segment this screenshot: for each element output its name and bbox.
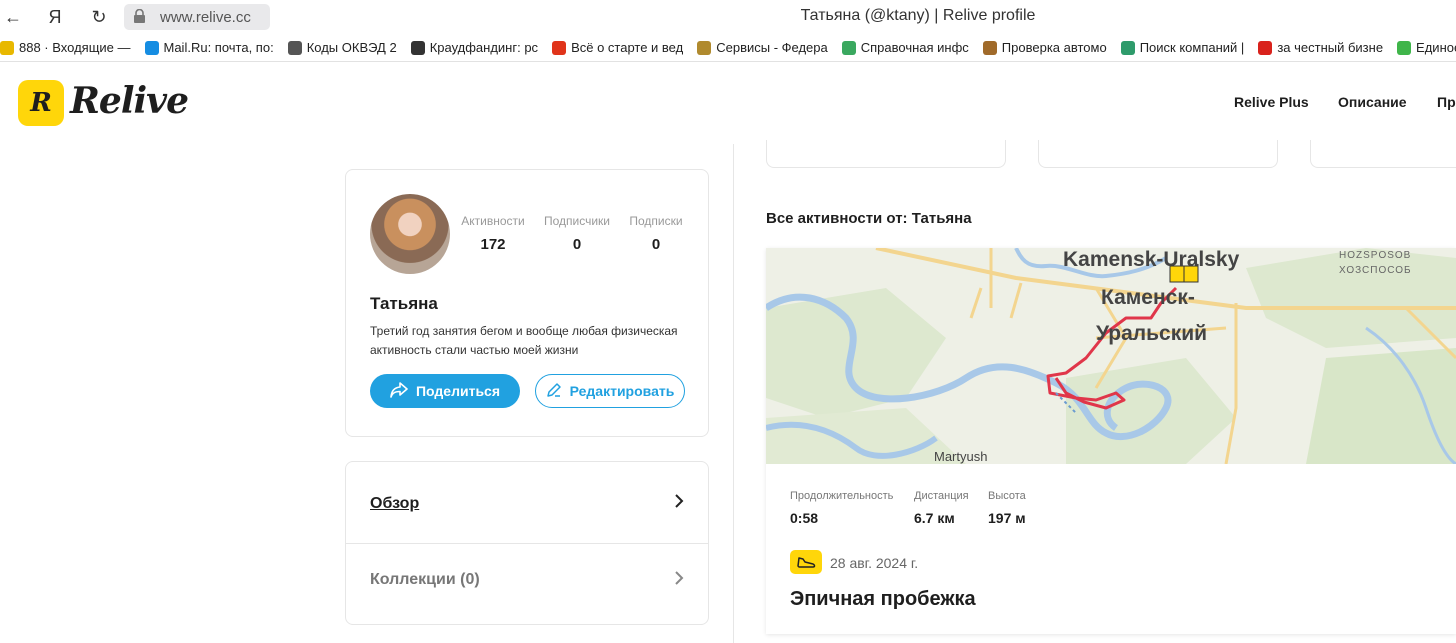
favicon-icon xyxy=(841,40,856,55)
map-label-city-en: Kamensk-Uralsky xyxy=(1063,248,1240,271)
bookmark-label: Коды ОКВЭД 2 xyxy=(306,40,397,55)
window-title: Татьяна (@ktany) | Relive profile xyxy=(800,7,1036,24)
column-divider xyxy=(733,144,734,643)
stat-elevation: Высота 197 м xyxy=(988,490,1026,526)
bookmark-label: Проверка автомо xyxy=(1001,40,1107,55)
bookmark-label: за честный бизне xyxy=(1277,40,1384,55)
relive-logo-text[interactable]: Relive xyxy=(70,80,189,122)
share-button[interactable]: Поделиться xyxy=(370,374,520,408)
favicon-icon xyxy=(287,40,302,55)
bookmark-item[interactable]: 888 · Входящие — xyxy=(0,40,131,55)
favicon-icon xyxy=(144,40,159,55)
stat-value: 0 xyxy=(572,236,582,253)
share-button-label: Поделиться xyxy=(415,383,501,399)
running-shoe-icon xyxy=(790,550,822,574)
stat-label: Высота xyxy=(988,490,1026,502)
bookmark-label: Mail.Ru: почта, по: xyxy=(163,40,274,55)
map-label-city-ru-1: Каменск- xyxy=(1101,286,1195,309)
profile-bio: Третий год занятия бегом и вообще любая … xyxy=(370,324,678,357)
stat-label: Подписки xyxy=(629,214,683,228)
favicon-icon xyxy=(697,40,712,55)
avatar[interactable] xyxy=(370,194,450,274)
menu-collections-label: Коллекции (0) xyxy=(370,571,480,588)
bookmark-item[interactable]: Краудфандинг: рс xyxy=(410,40,539,55)
bookmark-item[interactable]: Справочная инфс xyxy=(841,40,969,55)
favicon-icon xyxy=(0,40,14,55)
browser-toolbar: ← Я ↻ www.relive.cc Татьяна (@ktany) | R… xyxy=(0,0,1456,34)
stat-value: 0 xyxy=(651,236,661,253)
summary-card xyxy=(1038,140,1278,168)
stat-followers[interactable]: Подписчики 0 xyxy=(540,214,614,253)
summary-card xyxy=(1310,140,1456,168)
bookmark-label: Поиск компаний | xyxy=(1139,40,1245,55)
activities-title: Все активности от: Татьяна xyxy=(766,210,972,227)
stat-value: 6.7 км xyxy=(914,510,955,526)
stat-duration: Продолжительность 0:58 xyxy=(790,490,893,526)
map-label-village: Martyush xyxy=(934,449,988,464)
favicon-icon xyxy=(982,40,997,55)
bookmark-label: 888 · Входящие — xyxy=(19,40,131,55)
nav-description[interactable]: Описание xyxy=(1338,94,1407,110)
bookmark-label: Сервисы - Федера xyxy=(716,40,828,55)
map-label-area-ru: ХОЗСПОСОБ xyxy=(1339,265,1412,276)
summary-card xyxy=(766,140,1006,168)
nav-more[interactable]: Пр xyxy=(1437,94,1456,110)
nav-relive-plus[interactable]: Relive Plus xyxy=(1234,94,1309,110)
edit-button[interactable]: Редактировать xyxy=(535,374,685,408)
profile-card: Активности 172 Подписчики 0 Подписки 0 Т… xyxy=(345,169,709,437)
bookmark-item[interactable]: Коды ОКВЭД 2 xyxy=(287,40,397,55)
chevron-right-icon xyxy=(674,493,684,514)
site-header: R Relive Relive Plus Описание Пр xyxy=(0,62,1456,144)
bookmarks-bar: 888 · Входящие — Mail.Ru: почта, по: Коды … xyxy=(0,34,1456,62)
profile-menu-card: Обзор Коллекции (0) xyxy=(345,461,709,625)
stat-value: 0:58 xyxy=(790,510,819,526)
stat-label: Дистанция xyxy=(914,490,969,502)
bookmark-label: Всё о старте и вед xyxy=(571,40,684,55)
stat-value: 197 м xyxy=(988,510,1026,526)
bookmark-item[interactable]: за честный бизне xyxy=(1258,40,1383,55)
page-content: Активности 172 Подписчики 0 Подписки 0 Т… xyxy=(0,140,1456,643)
map-label-city-ru-2: Уральский xyxy=(1096,322,1208,345)
stat-activities[interactable]: Активности 172 xyxy=(458,214,528,253)
activity-card[interactable]: Kamensk-Uralsky Каменск- Уральский HOZSP… xyxy=(766,248,1456,634)
profile-name: Татьяна xyxy=(370,294,438,313)
bookmark-item[interactable]: Mail.Ru: почта, по: xyxy=(144,40,274,55)
menu-overview[interactable]: Обзор xyxy=(346,464,708,544)
stat-label: Подписчики xyxy=(543,214,610,228)
bookmark-item[interactable]: Проверка автомо xyxy=(982,40,1107,55)
menu-collections[interactable]: Коллекции (0) xyxy=(346,540,708,620)
stat-value: 172 xyxy=(480,236,506,253)
bookmark-item[interactable]: Единое с xyxy=(1397,40,1456,55)
activity-date: 28 авг. 2024 г. xyxy=(830,555,919,571)
bookmark-item[interactable]: Всё о старте и вед xyxy=(552,40,683,55)
edit-button-label: Редактировать xyxy=(569,383,675,399)
map-label-area-en: HOZSPOSOB xyxy=(1339,250,1412,261)
relive-logo-icon[interactable]: R xyxy=(18,80,64,126)
activity-map[interactable]: Kamensk-Uralsky Каменск- Уральский HOZSP… xyxy=(766,248,1456,464)
share-icon xyxy=(390,381,408,401)
stat-distance: Дистанция 6.7 км xyxy=(914,490,969,526)
favicon-icon xyxy=(410,40,425,55)
chevron-right-icon xyxy=(674,570,684,591)
favicon-icon xyxy=(1258,40,1273,55)
menu-overview-label: Обзор xyxy=(370,494,420,512)
stat-label: Продолжительность xyxy=(790,490,894,502)
favicon-icon xyxy=(552,40,567,55)
activity-name[interactable]: Эпичная пробежка xyxy=(790,588,976,611)
bookmark-item[interactable]: Поиск компаний | xyxy=(1120,40,1245,55)
favicon-icon xyxy=(1397,40,1412,55)
stat-label: Активности xyxy=(461,214,525,228)
bookmark-label: Справочная инфс xyxy=(860,40,969,55)
bookmark-label: Единое с xyxy=(1416,40,1456,55)
pencil-icon xyxy=(546,382,562,401)
favicon-icon xyxy=(1120,40,1135,55)
bookmark-item[interactable]: Сервисы - Федера xyxy=(697,40,828,55)
stat-following[interactable]: Подписки 0 xyxy=(626,214,686,253)
bookmark-label: Краудфандинг: рс xyxy=(429,40,539,55)
